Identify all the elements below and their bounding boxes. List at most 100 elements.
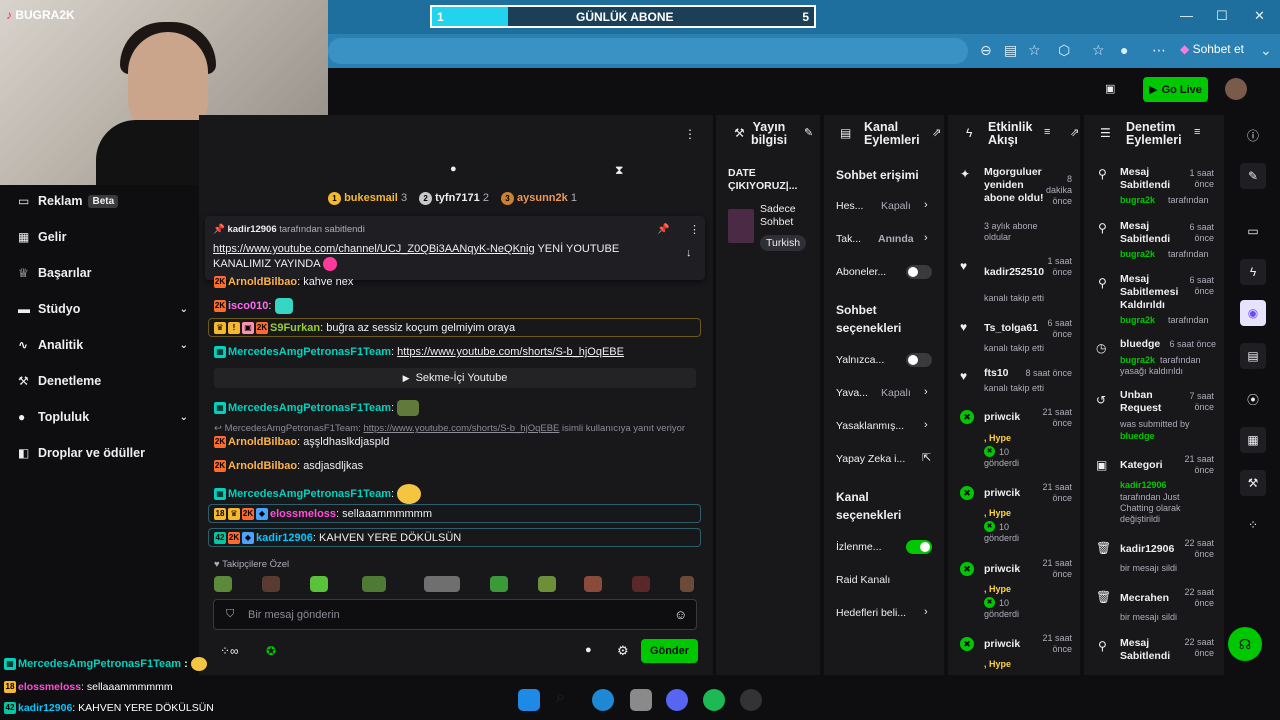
send-button[interactable]: Gönder [641, 639, 698, 663]
address-field[interactable] [328, 38, 968, 64]
emote-face[interactable] [262, 576, 280, 592]
emote-only-toggle[interactable] [906, 353, 932, 367]
chat-user[interactable]: ArnoldBilbao [228, 276, 297, 288]
connections-icon[interactable]: ⁘ [1240, 512, 1266, 538]
emote-frog[interactable] [362, 576, 386, 592]
category-thumbnail[interactable] [728, 209, 754, 243]
favorite-icon[interactable]: ☆ [1028, 42, 1041, 59]
chat-message[interactable]: 2K ArnoldBilbao: aşşldhaslkdjaspld [214, 436, 389, 449]
zoom-icon[interactable]: ⊖ [980, 42, 992, 59]
lightning-icon[interactable]: ϟ [1240, 259, 1266, 285]
emote-sweat[interactable] [490, 576, 508, 592]
edit-icon[interactable]: ✎ [804, 126, 813, 139]
chat-message[interactable]: 18 ♛ 2K ◆ elossmeloss: sellaaammmmmm [214, 508, 432, 521]
chat-user[interactable]: S9Furkan [270, 322, 320, 334]
unpin-icon[interactable]: 📌 [657, 224, 669, 235]
start-icon[interactable] [518, 689, 540, 711]
chat-message[interactable]: ▦ MercedesAmgPetronasF1Team: [214, 400, 420, 416]
sidebar-item-analitik[interactable]: ∿ Analitik ⌄ [18, 333, 188, 357]
chat-user[interactable]: MercedesAmgPetronasF1Team [228, 346, 391, 358]
info-icon[interactable]: ⓘ [1247, 127, 1259, 144]
gear-icon[interactable]: ⚙ [617, 643, 629, 659]
chat-bubble-icon[interactable]: ● [585, 644, 592, 656]
stream-category[interactable]: Sadece Sohbet [760, 203, 816, 229]
in-tab-youtube-button[interactable]: ▶ Sekme-İçi Youtube [214, 368, 696, 388]
chat-message[interactable]: ♛! ▣ 2K S9Furkan: buğra az sessiz koçum gel… [214, 322, 515, 335]
chat-message[interactable]: 42 2K ◆ kadir12906: KAHVEN YERE DÖKÜLSÜN [214, 532, 461, 545]
extensions-icon[interactable]: ⬡ [1058, 42, 1070, 59]
emote-crowd[interactable] [424, 576, 460, 592]
chat-message[interactable]: ▦ MercedesAmgPetronasF1Team: https://www.… [214, 346, 624, 359]
popout-icon[interactable]: ⇗ [932, 126, 941, 139]
favorites-icon[interactable]: ☆ [1092, 42, 1105, 59]
emote-lying[interactable] [538, 576, 556, 592]
reader-icon[interactable]: ▤ [1004, 42, 1017, 59]
pinned-menu-icon[interactable]: ⋮ [689, 223, 700, 236]
system-clock[interactable]: 20:09 15.08.2026 [1210, 688, 1260, 714]
chat-bubble-icon[interactable]: ● [450, 163, 457, 175]
chat-user[interactable]: MercedesAmgPetronasF1Team [228, 402, 391, 414]
video-icon[interactable]: ▭ [1240, 218, 1266, 244]
language-tag[interactable]: Turkish [760, 235, 807, 251]
sidebar-item-droplar[interactable]: ◧ Droplar ve ödüller [18, 441, 188, 465]
chat-message[interactable]: 2K ArnoldBilbao: kahve nex [214, 276, 353, 289]
filter-icon[interactable]: ≡ [1044, 126, 1050, 138]
expand-down-icon[interactable]: ↓ [686, 247, 692, 259]
reply-link[interactable]: https://www.youtube.com/shorts/S-b_hjOqE… [363, 423, 559, 434]
studio-icon[interactable]: ▣ [1105, 82, 1115, 95]
filter-icon[interactable]: ≡ [1194, 126, 1200, 138]
emote-green[interactable] [310, 576, 328, 592]
edit-icon[interactable]: ✎ [1240, 163, 1266, 189]
wrench-icon[interactable]: ⚒ [1240, 470, 1266, 496]
chat-user[interactable]: elossmeloss [270, 508, 336, 520]
chat-user[interactable]: isco010 [228, 300, 268, 312]
maximize-icon[interactable]: ☐ [1216, 8, 1228, 24]
copilot-button[interactable]: ◆ Sohbet et [1180, 42, 1244, 56]
emote-picker-icon[interactable]: ☺ [674, 607, 687, 622]
chat-icon[interactable]: ▤ [1240, 343, 1266, 369]
chat-user[interactable]: MercedesAmgPetronasF1Team [228, 488, 391, 500]
broadcast-icon[interactable]: ⦿ [1240, 386, 1266, 412]
chat-menu-icon[interactable]: ⋮ [684, 127, 696, 141]
go-live-button[interactable]: ▶ Go Live [1143, 77, 1208, 102]
copilot-bubble-icon[interactable]: ◉ [1240, 300, 1266, 326]
leaderboard-entry[interactable]: 3 aysunn2k 1 [500, 192, 577, 205]
chat-link[interactable]: https://www.youtube.com/shorts/S-b_hjOqE… [397, 346, 624, 358]
hourglass-icon[interactable]: ⧗ [615, 163, 623, 178]
close-icon[interactable]: ✕ [1254, 8, 1265, 24]
avatar[interactable] [1225, 78, 1247, 100]
leaderboard-entry[interactable]: 1 bukesmail 3 [328, 192, 407, 205]
sidebar-item-reklam[interactable]: ▭ Reklam Beta [18, 189, 188, 213]
chat-message[interactable]: ▦ MercedesAmgPetronasF1Team: [214, 484, 422, 504]
chat-input[interactable]: ⛉ Bir mesaj gönderin ☺ [213, 599, 697, 630]
sidebar-item-gelir[interactable]: ▦ Gelir [18, 225, 188, 249]
discord-icon[interactable] [666, 689, 688, 711]
chat-user[interactable]: ArnoldBilbao [228, 460, 297, 472]
shield-icon[interactable]: ⛉ [226, 608, 234, 621]
popout-icon[interactable]: ⇗ [1070, 126, 1079, 139]
sidebar-item-denetleme[interactable]: ⚒ Denetleme [18, 369, 188, 393]
leaderboard-entry[interactable]: 2 tyfn7171 2 [419, 192, 489, 205]
emote-think[interactable] [584, 576, 602, 592]
chat-user[interactable]: ArnoldBilbao [228, 436, 297, 448]
emote-person[interactable] [680, 576, 694, 592]
chevron-down-icon[interactable]: ⌄ [1260, 42, 1272, 59]
edge-icon[interactable] [592, 689, 614, 711]
chat-message[interactable]: 2K isco010: [214, 298, 293, 314]
extension-icon[interactable]: ✪ [266, 644, 276, 658]
chat-message[interactable]: 2K ArnoldBilbao: asdjasdljkas [214, 460, 363, 473]
spotify-icon[interactable] [703, 689, 725, 711]
stream-manager-icon[interactable]: ▦ [1240, 427, 1266, 453]
sidebar-item-studyo[interactable]: ▬ Stüdyo ⌄ [18, 297, 188, 321]
watch-toggle[interactable] [906, 540, 932, 554]
pinned-link[interactable]: https://www.youtube.com/channel/UCJ_Z0QB… [213, 243, 535, 255]
file-explorer-icon[interactable] [630, 689, 652, 711]
minimize-icon[interactable]: — [1180, 8, 1193, 23]
emote-pepe[interactable] [214, 576, 232, 592]
search-icon[interactable]: ⌕ [556, 689, 578, 711]
emote-red[interactable] [632, 576, 650, 592]
sidebar-item-topluluk[interactable]: ● Topluluk ⌄ [18, 405, 188, 429]
more-icon[interactable]: ⋯ [1152, 42, 1166, 59]
points-icon[interactable]: ⁘∞ [220, 644, 239, 658]
chat-user[interactable]: kadir12906 [256, 532, 313, 544]
